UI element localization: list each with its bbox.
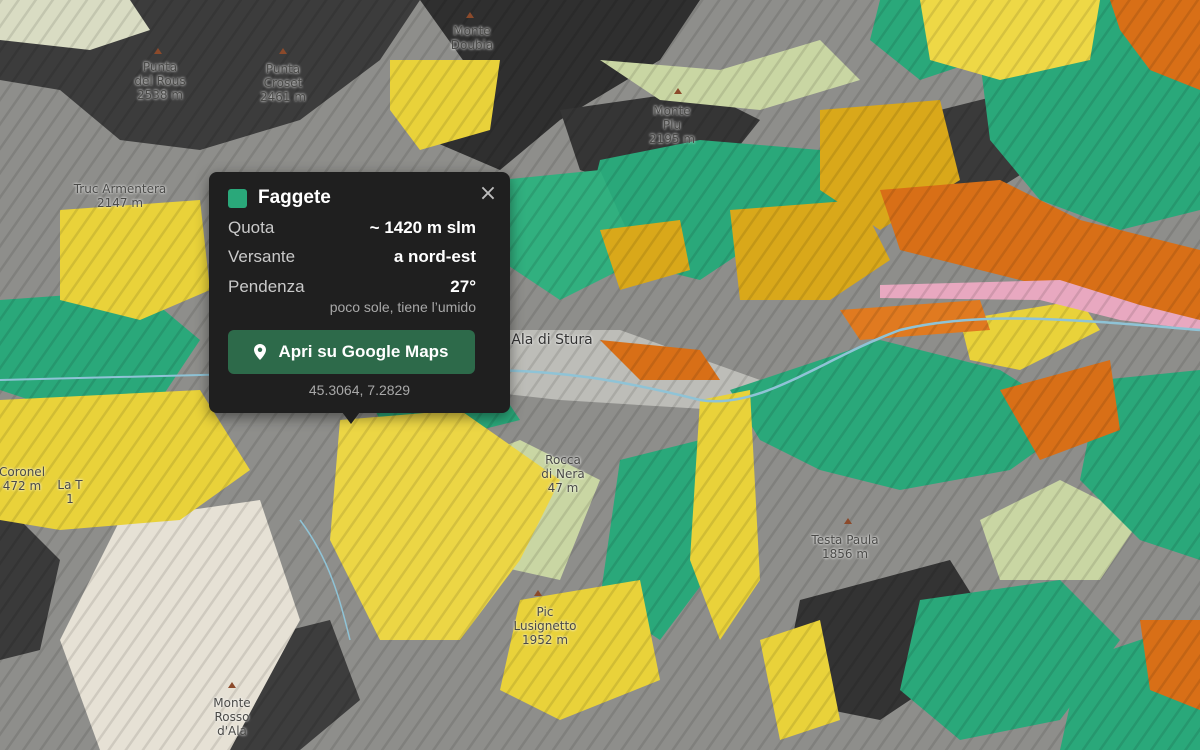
peak-icon bbox=[466, 12, 474, 18]
button-label: Apri su Google Maps bbox=[278, 342, 449, 361]
row-value: a nord-est bbox=[393, 247, 476, 266]
row-label: Pendenza bbox=[228, 277, 305, 296]
category-swatch bbox=[228, 188, 247, 208]
peak-icon bbox=[228, 682, 236, 688]
peak-icon bbox=[844, 518, 852, 524]
row-value: 27° bbox=[450, 277, 476, 296]
row-value: ~ 1420 m slm bbox=[369, 218, 476, 237]
close-icon[interactable]: × bbox=[478, 183, 498, 205]
peak-icon bbox=[534, 590, 542, 596]
map-canvas[interactable]: Punta del Rous 2538 m Punta Croset 2461 … bbox=[0, 0, 1200, 750]
slope-note: poco sole, tiene l’umido bbox=[329, 299, 476, 315]
row-label: Versante bbox=[228, 247, 296, 266]
info-row-altitude: Quota ~ 1420 m slm bbox=[228, 218, 476, 238]
peak-icon bbox=[279, 48, 287, 54]
row-label: Quota bbox=[228, 218, 275, 237]
map-pin-icon bbox=[254, 344, 267, 360]
info-popup: Faggete × Quota ~ 1420 m slm Versante a … bbox=[209, 172, 510, 413]
terrain-layer bbox=[0, 0, 1200, 750]
peak-icon bbox=[154, 48, 162, 54]
peak-icon bbox=[674, 88, 682, 94]
popup-title: Faggete bbox=[258, 187, 331, 208]
coordinates-text: 45.3064, 7.2829 bbox=[308, 382, 411, 398]
info-row-aspect: Versante a nord-est bbox=[228, 247, 476, 267]
info-row-slope: Pendenza 27° bbox=[228, 277, 476, 297]
popup-pointer bbox=[342, 412, 360, 424]
popup-header: Faggete bbox=[228, 186, 331, 210]
open-google-maps-button[interactable]: Apri su Google Maps bbox=[228, 330, 475, 374]
